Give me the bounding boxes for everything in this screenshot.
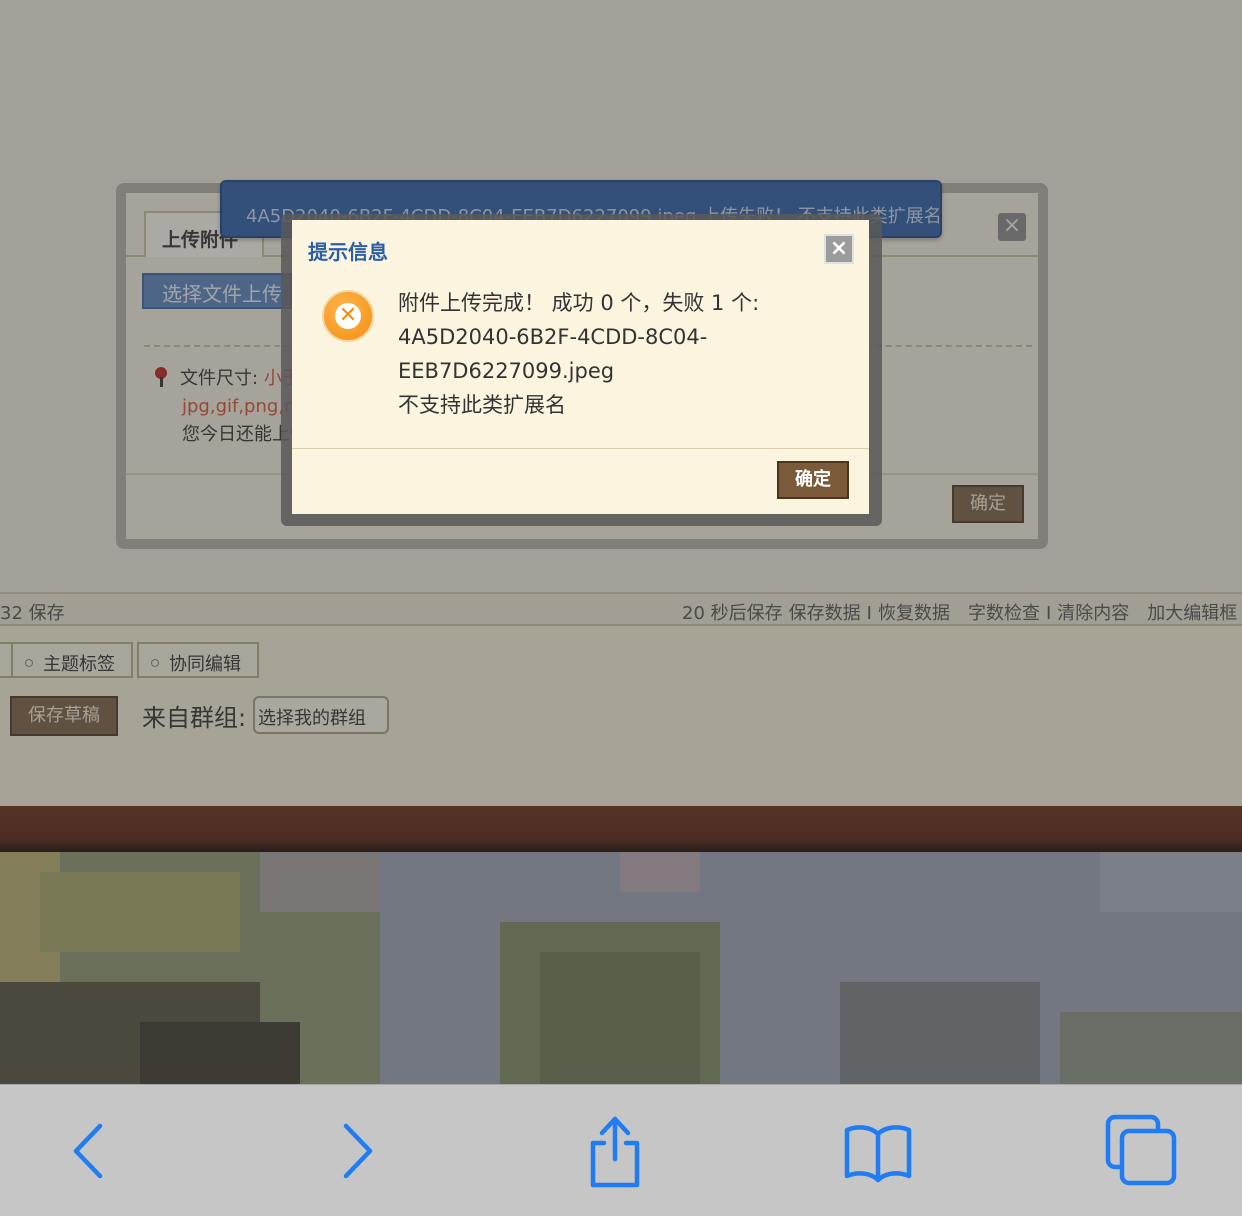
- back-button[interactable]: [52, 1111, 132, 1191]
- share-button[interactable]: [575, 1111, 655, 1191]
- alert-dialog: 提示信息 × ✕ 附件上传完成！ 成功 0 个，失败 1 个: 4A5D2040…: [292, 220, 869, 514]
- alert-line-3: EEB7D6227099.jpeg: [398, 359, 615, 383]
- alert-ok-button[interactable]: 确定: [777, 461, 849, 499]
- alert-line-4: 不支持此类扩展名: [398, 393, 566, 417]
- safari-toolbar: [0, 1084, 1242, 1216]
- alert-footer-divider: [292, 448, 869, 449]
- alert-close-button[interactable]: ×: [824, 234, 854, 264]
- alert-line-2: 4A5D2040-6B2F-4CDD-8C04-: [398, 325, 708, 349]
- bookmarks-button[interactable]: [838, 1111, 918, 1191]
- back-chevron-icon: [73, 1123, 103, 1179]
- error-x-icon: ✕: [322, 290, 374, 342]
- tabs-overview-icon: [1105, 1114, 1177, 1186]
- alert-line-1: 附件上传完成！ 成功 0 个，失败 1 个:: [398, 291, 760, 315]
- forward-chevron-icon: [343, 1123, 373, 1179]
- alert-message: 附件上传完成！ 成功 0 个，失败 1 个: 4A5D2040-6B2F-4CD…: [398, 286, 759, 422]
- share-icon: [590, 1116, 640, 1188]
- bookmarks-book-icon: [844, 1125, 912, 1183]
- alert-title: 提示信息: [308, 240, 388, 264]
- forward-button[interactable]: [312, 1111, 392, 1191]
- modal-overlay: [0, 0, 1242, 1084]
- tabs-button[interactable]: [1100, 1111, 1180, 1191]
